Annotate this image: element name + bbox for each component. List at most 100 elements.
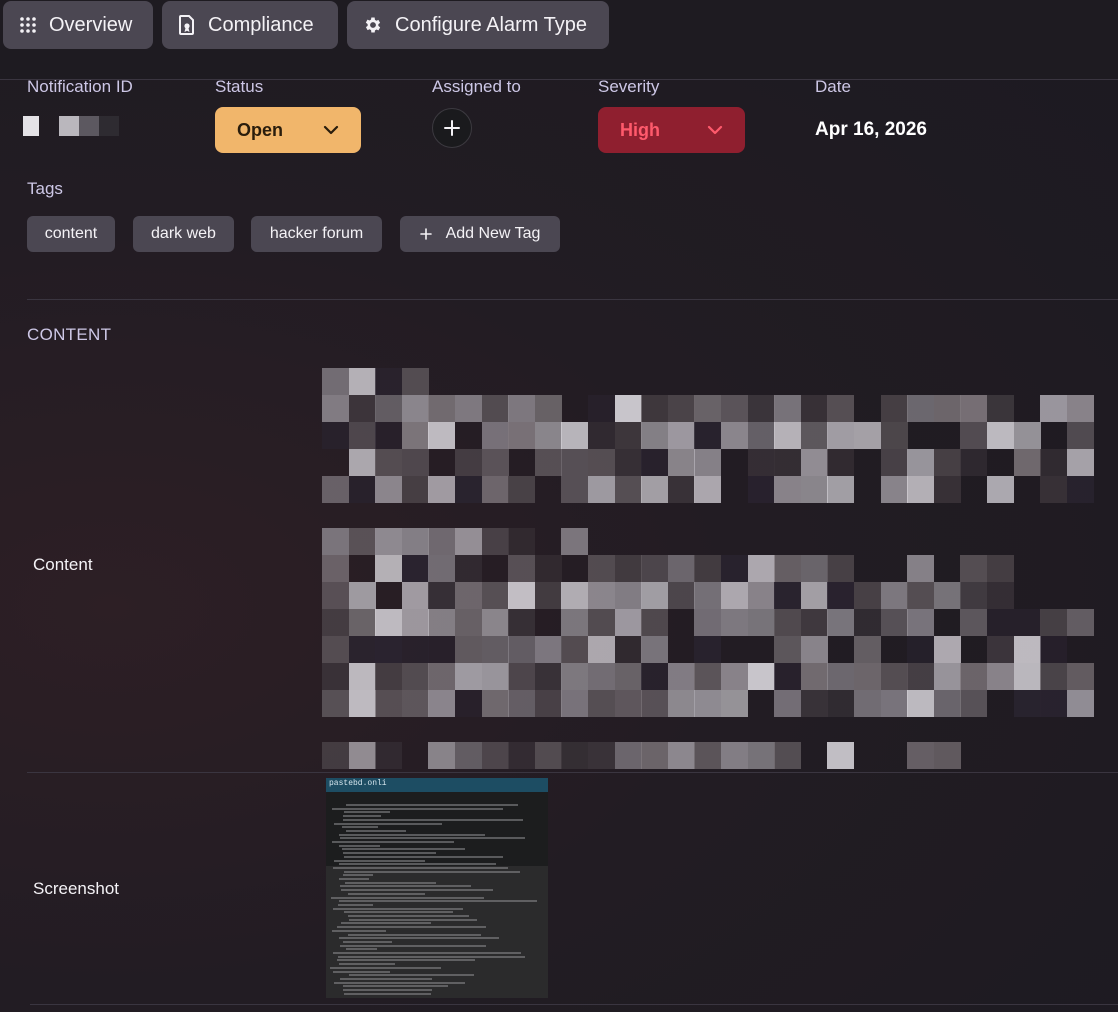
redaction-pixel <box>774 582 802 609</box>
redaction-pixel <box>508 663 536 690</box>
redaction-pixel <box>747 555 775 582</box>
redaction-pixel <box>721 663 748 690</box>
tag-chip[interactable]: dark web <box>133 216 234 252</box>
tag-chip[interactable]: content <box>27 216 115 252</box>
screenshot-line <box>342 848 465 851</box>
redaction-pixel <box>508 742 536 769</box>
redaction-pixel <box>428 555 456 582</box>
redaction-pixel <box>641 690 669 717</box>
redaction-pixel <box>534 663 562 690</box>
redaction-pixel <box>641 449 669 476</box>
redaction-pixel <box>322 555 349 582</box>
redaction-pixel <box>614 422 642 449</box>
redaction-pixel <box>561 609 589 636</box>
screenshot-line <box>344 992 431 995</box>
severity-dropdown[interactable]: High <box>598 107 745 153</box>
assign-user-button[interactable] <box>432 108 472 148</box>
redaction-pixel <box>614 609 642 636</box>
redaction-pixel <box>481 528 509 555</box>
redaction-pixel <box>455 582 482 609</box>
redaction-pixel <box>907 449 935 476</box>
redaction-pixel <box>481 449 509 476</box>
redaction-pixel <box>375 555 403 582</box>
redaction-pixel <box>534 636 562 663</box>
redaction-pixel <box>721 690 748 717</box>
redaction-pixel <box>641 422 669 449</box>
redaction-pixel <box>800 636 828 663</box>
redaction-pixel <box>534 582 562 609</box>
redaction-pixel <box>721 422 748 449</box>
configure-alarm-type-button[interactable]: Configure Alarm Type <box>347 1 609 49</box>
redaction-pixel <box>401 636 429 663</box>
redaction-pixel <box>481 663 509 690</box>
redaction-pixel <box>960 663 988 690</box>
screenshot-line <box>349 974 474 977</box>
redaction-pixel <box>827 476 855 503</box>
compliance-button[interactable]: Compliance <box>162 1 338 49</box>
redaction-pixel <box>721 742 748 769</box>
redaction-pixel <box>588 609 615 636</box>
redaction-pixel <box>933 663 961 690</box>
add-new-tag-button[interactable]: Add New Tag <box>400 216 560 252</box>
redaction-pixel <box>667 422 695 449</box>
severity-label: Severity <box>598 77 660 96</box>
screenshot-line <box>340 944 486 947</box>
redaction-pixel <box>747 663 775 690</box>
redaction-pixel <box>401 528 429 555</box>
redaction-pixel <box>561 663 589 690</box>
redaction-pixel <box>1013 663 1041 690</box>
redaction-pixel <box>933 449 961 476</box>
section-divider <box>27 299 1118 300</box>
redaction-pixel <box>747 395 775 422</box>
screenshot-line <box>339 833 485 836</box>
redaction-pixel <box>401 476 429 503</box>
status-dropdown[interactable]: Open <box>215 107 361 153</box>
redaction-pixel <box>348 609 376 636</box>
redaction-pixel <box>588 449 615 476</box>
redaction-pixel <box>1040 476 1068 503</box>
redaction-pixel <box>401 422 429 449</box>
redaction-pixel <box>1013 609 1041 636</box>
redaction-pixel <box>401 555 429 582</box>
screenshot-thumbnail[interactable]: pastebd.onli <box>326 778 548 998</box>
redaction-pixel <box>774 476 802 503</box>
redaction-pixel <box>987 555 1014 582</box>
redaction-pixel <box>614 476 642 503</box>
redaction-pixel <box>455 476 482 503</box>
screenshot-line <box>339 900 537 903</box>
redaction-pixel <box>800 476 828 503</box>
screenshot-line <box>341 889 493 892</box>
screenshot-url-text: pastebd.onli <box>329 779 387 788</box>
redaction-pixel <box>1066 476 1094 503</box>
redaction-pixel <box>428 663 456 690</box>
redaction-pixel <box>614 582 642 609</box>
redaction-pixel <box>987 422 1014 449</box>
screenshot-line <box>333 970 390 973</box>
redaction-pixel <box>401 368 429 395</box>
redaction-pixel <box>960 582 988 609</box>
redaction-pixel <box>854 609 881 636</box>
redaction-pixel <box>401 395 429 422</box>
redaction-pixel <box>455 663 482 690</box>
redaction-pixel <box>401 582 429 609</box>
redaction-pixel <box>614 636 642 663</box>
redaction-pixel <box>827 690 855 717</box>
redaction-pixel <box>534 395 562 422</box>
redaction-pixel <box>800 609 828 636</box>
document-badge-icon <box>179 15 194 35</box>
redaction-pixel <box>348 449 376 476</box>
redaction-pixel <box>588 555 615 582</box>
redaction-pixel <box>508 528 536 555</box>
screenshot-line <box>344 811 390 814</box>
tag-chip[interactable]: hacker forum <box>251 216 382 252</box>
overview-button[interactable]: Overview <box>3 1 153 49</box>
screenshot-line <box>343 940 392 943</box>
redaction-pixel <box>800 663 828 690</box>
redaction-pixel <box>455 609 482 636</box>
redaction-pixel <box>322 395 349 422</box>
redaction-pixel <box>667 690 695 717</box>
redaction-pixel <box>322 476 349 503</box>
redaction-pixel <box>561 476 589 503</box>
redaction-pixel <box>721 609 748 636</box>
redaction-pixel <box>880 690 908 717</box>
